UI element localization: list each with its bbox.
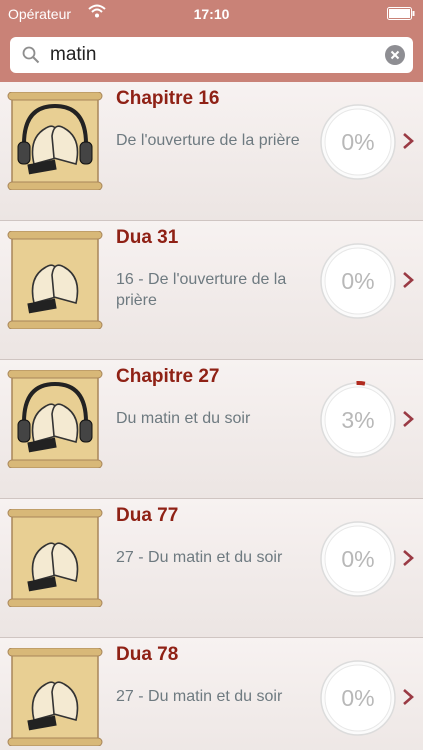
item-title: Dua 31 — [116, 227, 179, 248]
headphones-hands-icon — [6, 369, 104, 469]
progress-ring[interactable]: 0% — [318, 519, 398, 599]
item-title: Dua 78 — [116, 644, 179, 665]
item-subtitle: 27 - Du matin et du soir — [116, 549, 283, 566]
chevron-right-icon — [402, 549, 414, 572]
progress-label: 3% — [341, 407, 375, 433]
battery-icon — [387, 7, 415, 23]
search-bar: matin — [0, 28, 423, 82]
search-field[interactable]: matin — [10, 37, 413, 73]
chevron-right-icon — [402, 132, 414, 155]
status-bar: Opérateur 17:10 — [0, 0, 423, 28]
results-list: Chapitre 16 De l'ouverture de la prière … — [0, 82, 423, 750]
search-icon — [22, 46, 40, 69]
list-item[interactable]: Dua 78 27 - Du matin et du soir 0% — [0, 638, 423, 750]
chevron-right-icon — [402, 271, 414, 294]
progress-ring[interactable]: 3% — [318, 380, 398, 460]
clear-icon[interactable] — [385, 45, 405, 70]
headphones-hands-icon — [6, 91, 104, 191]
search-input[interactable]: matin — [50, 44, 96, 66]
progress-ring[interactable]: 0% — [318, 102, 398, 182]
item-title: Dua 77 — [116, 505, 179, 526]
list-item[interactable]: Chapitre 27 Du matin et du soir 3% — [0, 360, 423, 499]
clock: 17:10 — [193, 6, 230, 22]
item-subtitle: 16 - De l'ouverture de la prière — [116, 271, 287, 309]
praying-hands-icon — [6, 508, 104, 608]
progress-label: 0% — [341, 546, 375, 572]
progress-label: 0% — [341, 685, 375, 711]
progress-ring[interactable]: 0% — [318, 658, 398, 738]
item-title: Chapitre 27 — [116, 366, 220, 387]
item-subtitle: Du matin et du soir — [116, 410, 251, 427]
list-item[interactable]: Chapitre 16 De l'ouverture de la prière … — [0, 82, 423, 221]
praying-hands-icon — [6, 647, 104, 747]
item-title: Chapitre 16 — [116, 88, 220, 109]
item-subtitle: De l'ouverture de la prière — [116, 132, 300, 149]
progress-label: 0% — [341, 129, 375, 155]
progress-ring[interactable]: 0% — [318, 241, 398, 321]
chevron-right-icon — [402, 688, 414, 711]
chevron-right-icon — [402, 410, 414, 433]
progress-label: 0% — [341, 268, 375, 294]
praying-hands-icon — [6, 230, 104, 330]
list-item[interactable]: Dua 77 27 - Du matin et du soir 0% — [0, 499, 423, 638]
list-item[interactable]: Dua 31 16 - De l'ouverture de la prière … — [0, 221, 423, 360]
item-subtitle: 27 - Du matin et du soir — [116, 688, 283, 705]
